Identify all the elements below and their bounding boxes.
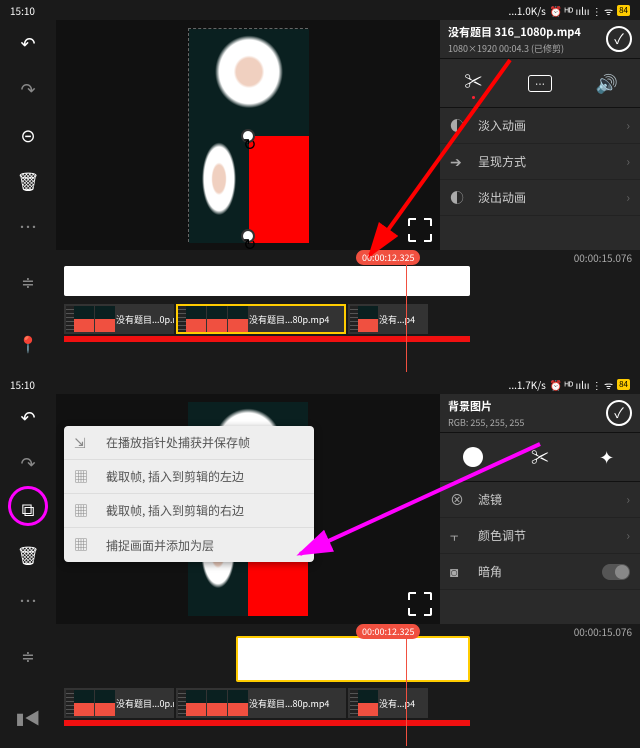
delete-button[interactable]: 🗑 xyxy=(0,158,56,204)
file-title: 没有题目 316_1080p.mp4 xyxy=(448,24,581,40)
redo-button[interactable]: ↷ xyxy=(0,440,56,486)
white-circle-icon xyxy=(463,447,483,467)
timecode: 00:00:12.325 xyxy=(356,624,420,639)
clip[interactable]: 没有题目...0p.mp4 xyxy=(64,304,174,334)
confirm-button[interactable]: ✓ xyxy=(606,26,632,52)
color-tool[interactable] xyxy=(440,433,507,481)
popup-save-frame[interactable]: ⇲在播放指针处捕获并保存帧 xyxy=(64,426,314,460)
clip[interactable]: 没有题目...0p.mp4 xyxy=(64,688,174,718)
audio-track[interactable] xyxy=(64,336,470,342)
align-button[interactable]: ≑ xyxy=(0,624,56,686)
status-icons: ⏰ ᴴᴰ ıılıı ⋮ ᯤ xyxy=(550,3,613,18)
screenshot-1: 15:10 ...1.0K/s ⏰ ᴴᴰ ıılıı ⋮ ᯤ 84 ↶ ↷ ⊝ … xyxy=(0,0,640,374)
volume-tool[interactable]: 🔊 xyxy=(573,59,640,107)
fullscreen-button[interactable] xyxy=(408,592,432,616)
popup-insert-left[interactable]: ▦截取帧, 插入到剪辑的左边 xyxy=(64,460,314,494)
net-speed: ...1.7K/s xyxy=(509,377,546,392)
capture-popup: ⇲在播放指针处捕获并保存帧 ▦截取帧, 插入到剪辑的左边 ▦截取帧, 插入到剪辑… xyxy=(64,426,314,562)
presentation-option[interactable]: ➔呈现方式› xyxy=(440,144,640,180)
popup-insert-right[interactable]: ▦截取帧, 插入到剪辑的右边 xyxy=(64,494,314,528)
align-button[interactable]: ≑ xyxy=(0,250,56,312)
right-panel: 背景图片 RGB: 255, 255, 255 ✓ ✂ ✦ ⊗滤镜› ⫟颜色调节… xyxy=(440,394,640,624)
more-button[interactable]: ⋯ xyxy=(0,204,56,250)
duration: 00:00:15.076 xyxy=(574,624,632,639)
panel-title: 背景图片 xyxy=(448,398,524,414)
subtitle-tool[interactable]: ⋯ xyxy=(507,59,574,107)
clip-selected[interactable]: 没有题目...80p.mp4 xyxy=(176,304,346,334)
preview-area[interactable]: ↻ ↻ xyxy=(56,20,440,250)
redo-button[interactable]: ↷ xyxy=(0,66,56,112)
vignette-toggle[interactable] xyxy=(602,564,630,580)
fullscreen-button[interactable] xyxy=(408,218,432,242)
timeline: ≑ ▮◀ 00:00:12.325 00:00:15.076 没有题目...0p… xyxy=(0,624,640,748)
status-icons: ⏰ ᴴᴰ ıılıı ⋮ ᯤ xyxy=(550,377,613,392)
timeline-track[interactable]: 00:00:12.325 00:00:15.076 没有题目...0p.mp4 … xyxy=(56,250,640,374)
panel-subtitle: RGB: 255, 255, 255 xyxy=(448,416,524,429)
pin-button[interactable]: 📍 xyxy=(0,312,56,374)
clip-row: 没有题目...0p.mp4 没有题目...80p.mp4 没有...p4 xyxy=(64,304,632,334)
fx-tool[interactable]: ✦ xyxy=(573,433,640,481)
white-track-selected[interactable] xyxy=(236,636,470,682)
undo-button[interactable]: ↶ xyxy=(0,20,56,66)
timeline-track[interactable]: 00:00:12.325 00:00:15.076 没有题目...0p.mp4 … xyxy=(56,624,640,748)
popup-add-layer[interactable]: ▦捕捉画面并添加为层 xyxy=(64,528,314,562)
red-overlay[interactable] xyxy=(249,136,309,243)
net-speed: ...1.0K/s xyxy=(509,3,546,18)
clip[interactable]: 没有...p4 xyxy=(348,304,428,334)
left-sidebar: ↶ ↷ ⊝ 🗑 ⋯ xyxy=(0,20,56,250)
color-adjust-option[interactable]: ⫟颜色调节› xyxy=(440,518,640,554)
clock: 15:10 xyxy=(10,377,35,392)
white-track[interactable] xyxy=(64,266,470,296)
clock: 15:10 xyxy=(10,3,35,18)
right-panel: 没有题目 316_1080p.mp4 1080×1920 00:04.3 (已修… xyxy=(440,20,640,250)
rotate-handle-icon[interactable]: ↻ xyxy=(241,229,255,243)
battery: 84 xyxy=(617,5,630,16)
clip[interactable]: 没有题目...80p.mp4 xyxy=(176,688,346,718)
fade-in-option[interactable]: ◐淡入动画› xyxy=(440,108,640,144)
timecode: 00:00:12.325 xyxy=(356,250,420,265)
prev-button[interactable]: ▮◀ xyxy=(0,686,56,748)
rotate-handle-icon[interactable]: ↻ xyxy=(241,129,255,143)
video-lower xyxy=(189,136,249,243)
cut-tool[interactable]: ✂ xyxy=(440,59,507,107)
timeline: ≑ 📍 00:00:12.325 00:00:15.076 没有题目...0p.… xyxy=(0,250,640,374)
audio-track[interactable] xyxy=(64,720,470,726)
filter-option[interactable]: ⊗滤镜› xyxy=(440,482,640,518)
canvas[interactable]: ↻ ↻ xyxy=(188,28,308,242)
undo-button[interactable]: ↶ xyxy=(0,394,56,440)
duration: 00:00:15.076 xyxy=(574,250,632,265)
video-upper xyxy=(189,29,309,136)
playhead[interactable] xyxy=(406,252,407,372)
file-info: 1080×1920 00:04.3 (已修剪) xyxy=(448,42,581,55)
clip[interactable]: 没有...p4 xyxy=(348,688,428,718)
clip-row: 没有题目...0p.mp4 没有题目...80p.mp4 没有...p4 xyxy=(64,688,632,718)
vignette-option[interactable]: ◙暗角 xyxy=(440,554,640,590)
cut-tool[interactable]: ✂ xyxy=(507,433,574,481)
fade-out-option[interactable]: ◐淡出动画› xyxy=(440,180,640,216)
annotation-circle xyxy=(8,486,48,526)
key-button[interactable]: ⊝ xyxy=(0,112,56,158)
screenshot-2: 15:10 ...1.7K/s ⏰ ᴴᴰ ıılıı ⋮ ᯤ 84 ↶ ↷ ⧉ … xyxy=(0,374,640,748)
delete-button[interactable]: 🗑 xyxy=(0,532,56,578)
status-bar: 15:10 ...1.7K/s ⏰ ᴴᴰ ıılıı ⋮ ᯤ 84 xyxy=(0,374,640,394)
confirm-button[interactable]: ✓ xyxy=(606,400,632,426)
playhead[interactable] xyxy=(406,626,407,746)
more-button[interactable]: ⋯ xyxy=(0,578,56,624)
status-bar: 15:10 ...1.0K/s ⏰ ᴴᴰ ıılıı ⋮ ᯤ 84 xyxy=(0,0,640,20)
battery: 84 xyxy=(617,379,630,390)
